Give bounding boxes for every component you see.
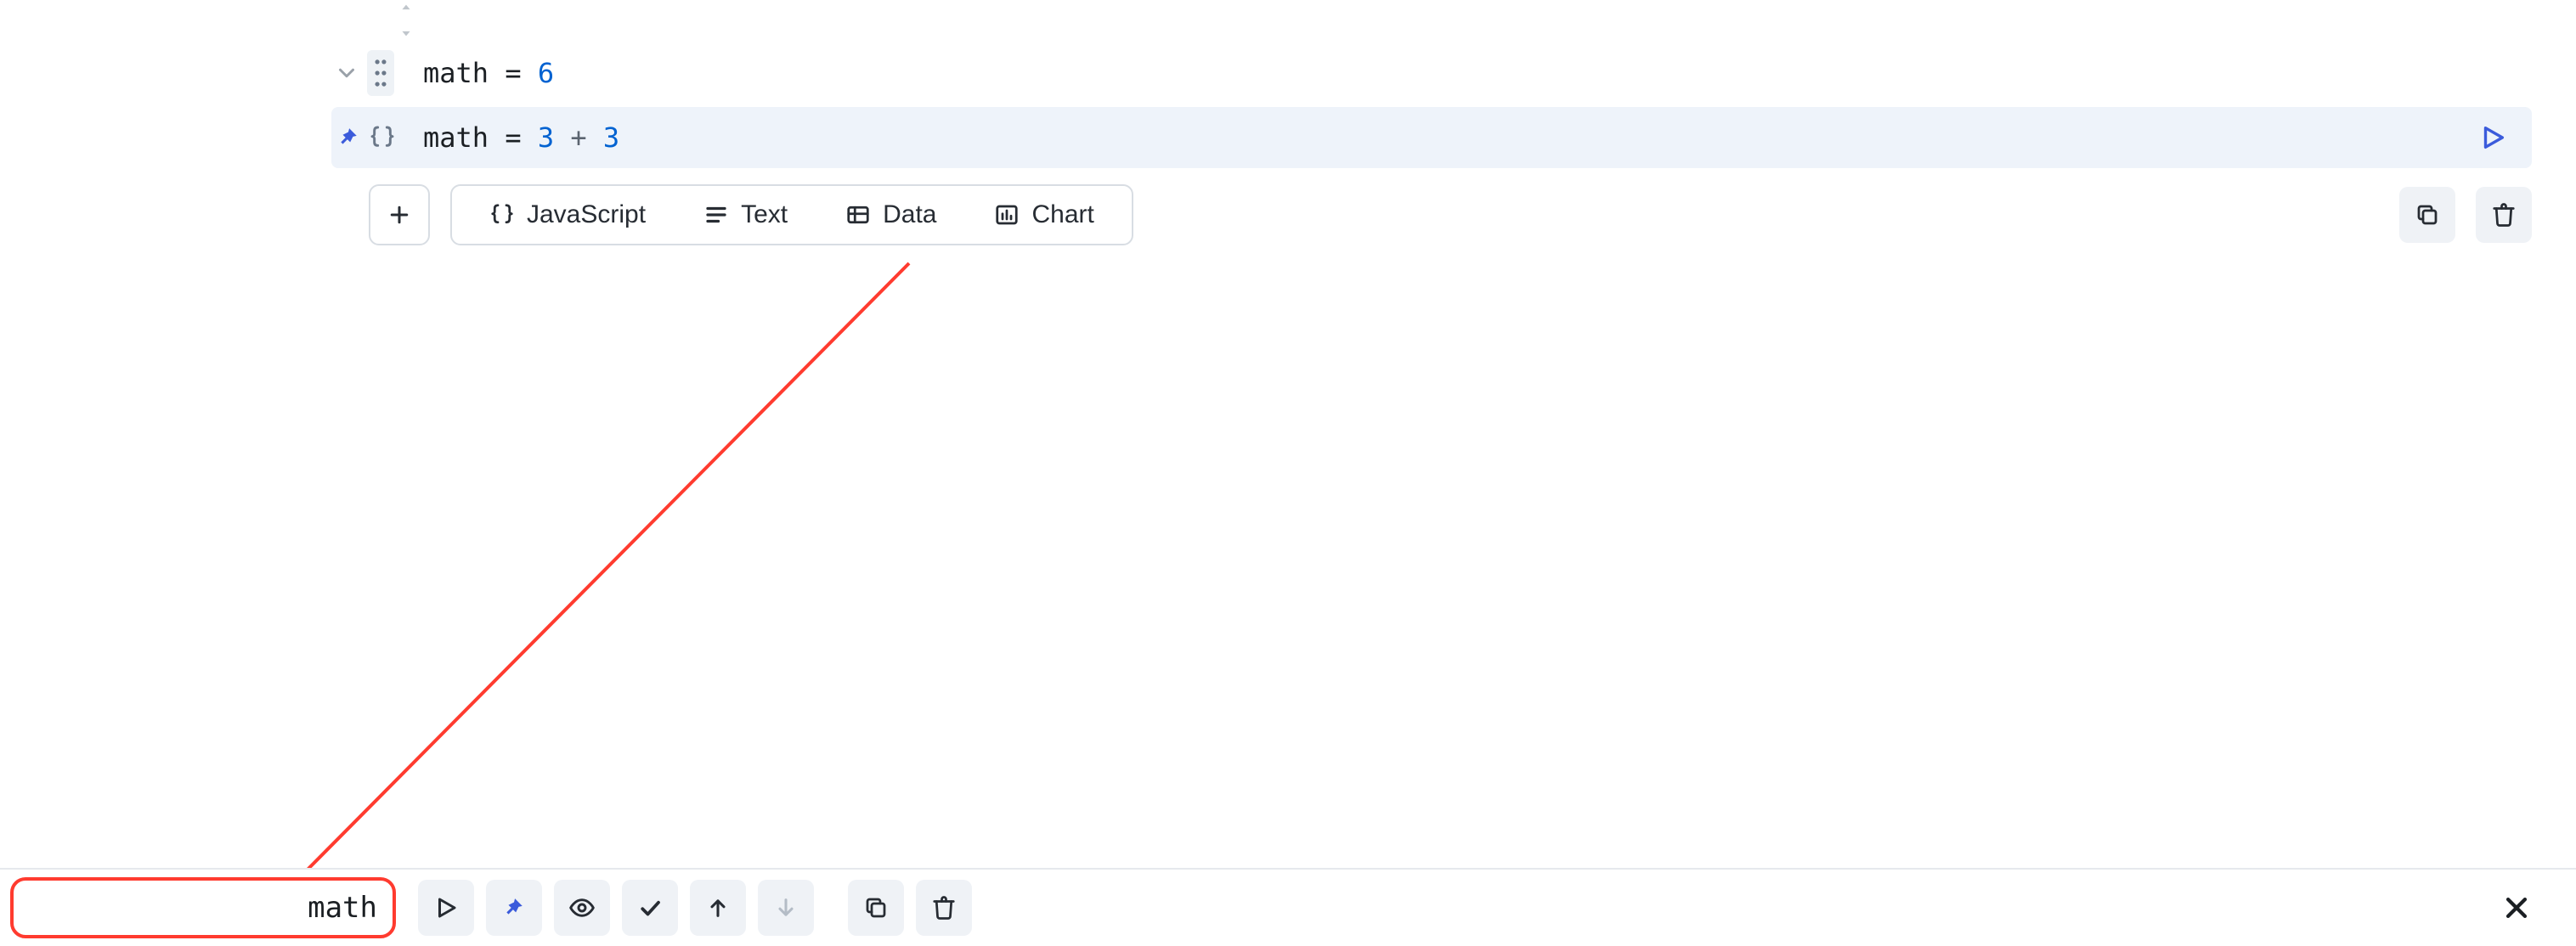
duplicate-cell-button[interactable] <box>2399 187 2455 243</box>
cell-type-chart[interactable]: Chart <box>965 188 1122 242</box>
collapse-toggle[interactable] <box>331 58 362 88</box>
cell-type-data[interactable]: Data <box>816 188 965 242</box>
move-down-button[interactable] <box>758 880 814 936</box>
move-up-button[interactable] <box>690 880 746 936</box>
cell-name-value: math <box>308 891 377 925</box>
cell-name-field-highlight[interactable]: math <box>10 877 396 938</box>
checkmark-button[interactable] <box>622 880 678 936</box>
cell-source-row[interactable]: math = 3 + 3 <box>331 107 2532 168</box>
add-cell-button[interactable] <box>369 184 430 245</box>
result-var-name: math <box>423 57 489 89</box>
run-cell-button[interactable] <box>2474 119 2511 156</box>
braces-icon <box>365 121 399 155</box>
pin-icon[interactable] <box>333 122 364 153</box>
cell-type-data-label: Data <box>883 200 936 229</box>
source-op: + <box>570 121 586 154</box>
drag-handle[interactable] <box>367 50 394 96</box>
pin-button[interactable] <box>486 880 542 936</box>
cell-action-buttons-2 <box>848 880 972 936</box>
close-button[interactable] <box>2498 889 2535 926</box>
cell-type-chart-label: Chart <box>1031 200 1093 229</box>
insert-cell-toolbar: JavaScript Text Data Chart <box>369 182 2532 248</box>
visibility-button[interactable] <box>554 880 610 936</box>
insert-cell-handles[interactable] <box>393 2 420 39</box>
duplicate-button[interactable] <box>848 880 904 936</box>
result-value: 6 <box>538 57 554 89</box>
cell-type-selector: JavaScript Text Data Chart <box>450 184 1133 245</box>
cell-type-javascript[interactable]: JavaScript <box>460 188 675 242</box>
cell-result-row: math = 6 <box>331 42 2532 104</box>
result-eq: = <box>505 57 521 89</box>
source-eq: = <box>505 121 521 154</box>
cell-result-expression: math = 6 <box>423 57 554 89</box>
cell-detail-bar: math <box>0 868 2576 946</box>
source-rhs: 3 <box>603 121 619 154</box>
cell-type-text-label: Text <box>741 200 788 229</box>
delete-button[interactable] <box>916 880 972 936</box>
delete-cell-button[interactable] <box>2476 187 2532 243</box>
cell-type-javascript-label: JavaScript <box>527 200 646 229</box>
source-lhs: 3 <box>538 121 554 154</box>
run-button[interactable] <box>418 880 474 936</box>
cell-action-buttons <box>418 880 814 936</box>
source-var-name: math <box>423 121 489 154</box>
cell-source-expression[interactable]: math = 3 + 3 <box>423 121 619 154</box>
cell-type-text[interactable]: Text <box>675 188 816 242</box>
